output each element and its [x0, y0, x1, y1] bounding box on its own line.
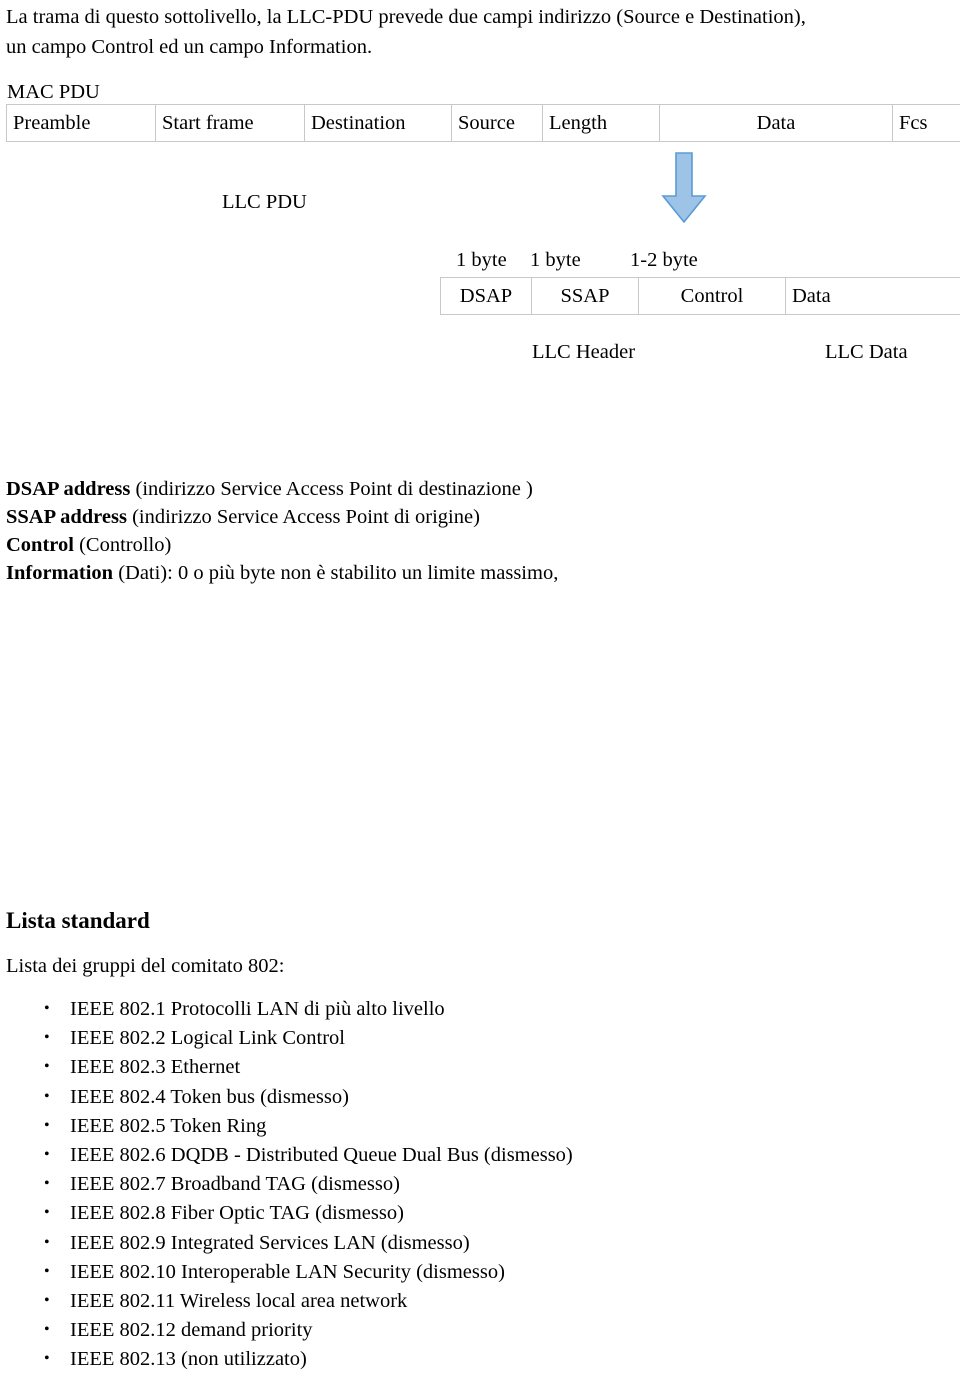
list-item: IEEE 802.2 Logical Link Control [6, 1023, 806, 1053]
mac-field-fcs: Fcs [892, 104, 960, 142]
size-label-control: 1-2 byte [630, 249, 698, 271]
llc-section-labels: LLC Header LLC Data [440, 341, 960, 371]
list-item: IEEE 802.1 Protocolli LAN di più alto li… [6, 994, 806, 1024]
list-item: IEEE 802.10 Interoperable LAN Security (… [6, 1257, 806, 1287]
list-item: IEEE 802.8 Fiber Optic TAG (dismesso) [6, 1198, 806, 1228]
field-definition-information: (Dati): 0 o più byte non è stabilito un … [113, 562, 559, 584]
field-term-dsap: DSAP address [6, 478, 131, 500]
llc-field-control: Control [638, 277, 786, 315]
size-label-dsap: 1 byte [456, 249, 507, 271]
list-item: IEEE 802.6 DQDB - Distributed Queue Dual… [6, 1140, 806, 1170]
llc-field-ssap: SSAP [531, 277, 639, 315]
field-description-information: Information (Dati): 0 o più byte non è s… [6, 559, 766, 587]
size-label-ssap: 1 byte [530, 249, 581, 271]
list-item: IEEE 802.11 Wireless local area network [6, 1286, 806, 1316]
field-description-control: Control (Controllo) [6, 531, 766, 559]
mac-field-length: Length [542, 104, 660, 142]
mac-pdu-label: MAC PDU [7, 81, 100, 103]
field-definition-ssap: (indirizzo Service Access Point di origi… [126, 506, 480, 528]
field-description-block: DSAP address (indirizzo Service Access P… [6, 475, 766, 587]
field-term-control: Control [6, 534, 74, 556]
llc-header-label: LLC Header [532, 341, 636, 363]
field-definition-dsap: (indirizzo Service Access Point di desti… [130, 478, 533, 500]
field-description-dsap: DSAP address (indirizzo Service Access P… [6, 475, 766, 503]
table-row: Preamble Start frame Destination Source … [6, 104, 960, 142]
list-item: IEEE 802.5 Token Ring [6, 1111, 806, 1141]
field-definition-control: (Controllo) [73, 534, 172, 556]
llc-field-size-annotations: 1 byte 1 byte 1-2 byte [440, 249, 960, 277]
llc-field-data: Data [785, 277, 960, 315]
list-item: IEEE 802.7 Broadband TAG (dismesso) [6, 1169, 806, 1199]
llc-field-dsap: DSAP [440, 277, 532, 315]
field-term-ssap: SSAP address [6, 506, 127, 528]
mac-field-destination: Destination [304, 104, 452, 142]
list-item: IEEE 802.12 demand priority [6, 1315, 806, 1345]
llc-pdu-table: DSAP SSAP Control Data [440, 277, 960, 315]
mac-field-data: Data [659, 104, 893, 142]
mac-field-start-frame: Start frame [155, 104, 305, 142]
mac-pdu-table: Preamble Start frame Destination Source … [6, 104, 960, 142]
list-item: IEEE 802.3 Ethernet [6, 1052, 806, 1082]
field-term-information: Information [6, 562, 114, 584]
field-description-ssap: SSAP address (indirizzo Service Access P… [6, 503, 766, 531]
intro-paragraph: La trama di questo sottolivello, la LLC-… [6, 6, 806, 58]
lista-standard-heading: Lista standard [6, 908, 150, 933]
list-item: IEEE 802.9 Integrated Services LAN (dism… [6, 1228, 806, 1258]
lista-standard-subtitle: Lista dei gruppi del comitato 802: [6, 955, 285, 977]
list-item: IEEE 802.13 (non utilizzato) [6, 1344, 806, 1374]
list-item: IEEE 802.4 Token bus (dismesso) [6, 1082, 806, 1112]
mac-field-source: Source [451, 104, 543, 142]
down-arrow-icon [660, 152, 708, 229]
llc-pdu-label: LLC PDU [222, 191, 307, 213]
mac-field-preamble: Preamble [6, 104, 156, 142]
table-row: DSAP SSAP Control Data [440, 277, 960, 315]
ieee-802-standards-list: IEEE 802.1 Protocolli LAN di più alto li… [6, 994, 806, 1375]
llc-data-label: LLC Data [825, 341, 908, 363]
